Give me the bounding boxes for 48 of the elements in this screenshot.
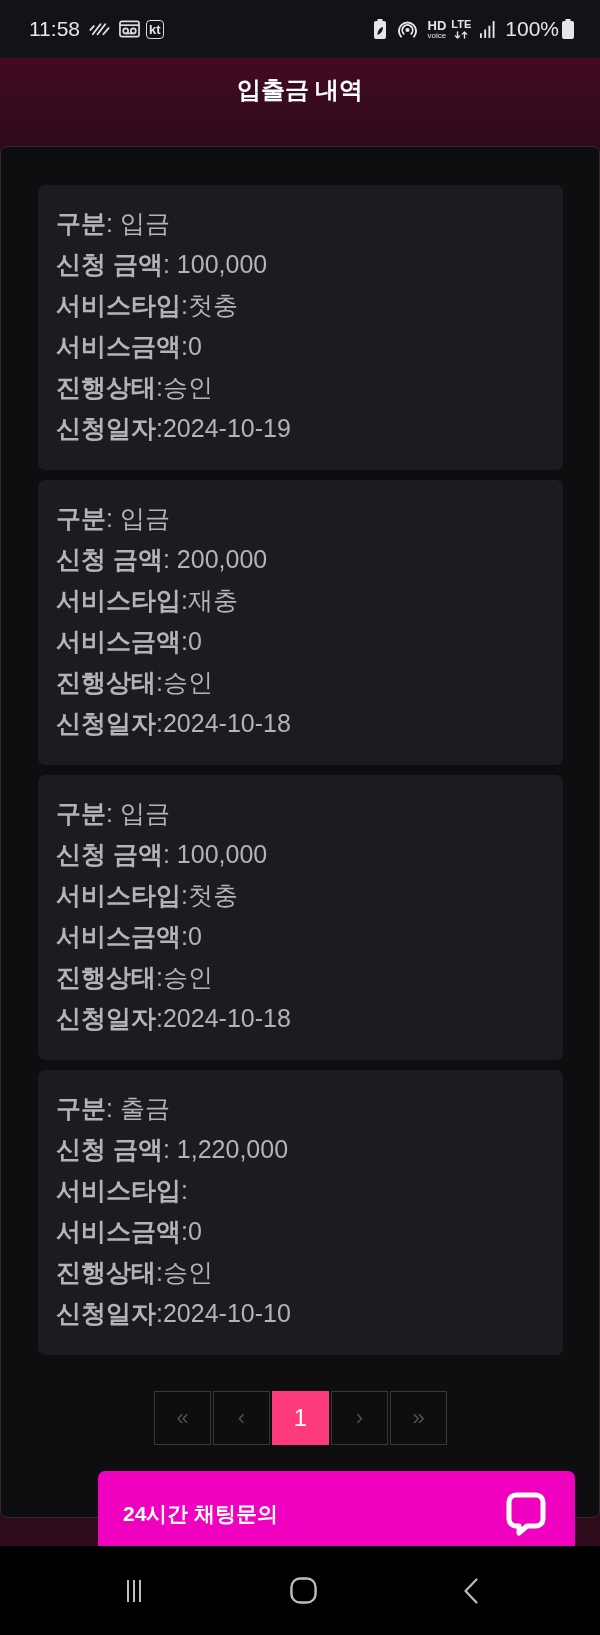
first-page-button[interactable]: « [154,1391,211,1445]
record-field: 서비스타입: [56,1170,545,1211]
record-field: 구분: 입금 [56,203,545,244]
back-icon[interactable] [464,1577,478,1604]
diagonal-lines-icon [89,22,110,36]
last-page-button[interactable]: » [390,1391,447,1445]
record-field: 구분: 입금 [56,498,545,539]
data-arrows-icon [454,31,469,39]
record-field: 서비스타입:첫충 [56,285,545,326]
voicemail-icon [119,20,140,38]
record-field: 서비스금액:0 [56,916,545,957]
page-title: 입출금 내역 [235,75,365,105]
hd-label: HD [427,18,447,32]
carrier-badge: kt [146,19,164,39]
record-field: 서비스금액:0 [56,621,545,662]
record-field: 신청 금액: 100,000 [56,244,545,285]
record-field: 구분: 출금 [56,1088,545,1129]
record-field: 신청일자:2024-10-18 [56,703,545,744]
record-field: 진행상태:승인 [56,367,545,408]
recent-apps-icon[interactable] [126,1578,142,1603]
network-label: LTE [451,19,472,30]
record-field: 신청일자:2024-10-18 [56,998,545,1039]
record-field: 서비스타입:재충 [56,580,545,621]
record-field: 진행상태:승인 [56,1252,545,1293]
previous-page-button[interactable]: ‹ [213,1391,270,1445]
chat-button[interactable]: 24시간 채팅문의 [98,1471,575,1546]
home-icon[interactable] [289,1577,317,1604]
hotspot-icon [397,19,417,39]
record-field: 신청일자:2024-10-10 [56,1293,545,1334]
record-field: 신청 금액: 100,000 [56,834,545,875]
record-field: 서비스금액:0 [56,326,545,367]
record-field: 서비스타입:첫충 [56,875,545,916]
record-field: 신청 금액: 200,000 [56,539,545,580]
signal-icon [480,20,496,38]
record-field: 구분: 입금 [56,793,545,834]
battery-percent: 100% [505,17,559,41]
record-field: 진행상태:승인 [56,957,545,998]
status-time: 11:58 [29,17,80,41]
battery-leaf-icon [373,19,386,39]
chat-bubble-icon [506,1491,546,1536]
next-page-button[interactable]: › [331,1391,388,1445]
record-field: 진행상태:승인 [56,662,545,703]
battery-icon [562,19,574,39]
record-field: 신청일자:2024-10-19 [56,408,545,449]
record-field: 서비스금액:0 [56,1211,545,1252]
page-number-button[interactable]: 1 [272,1391,329,1445]
voice-label: voice [427,31,447,40]
record-field: 신청 금액: 1,220,000 [56,1129,545,1170]
